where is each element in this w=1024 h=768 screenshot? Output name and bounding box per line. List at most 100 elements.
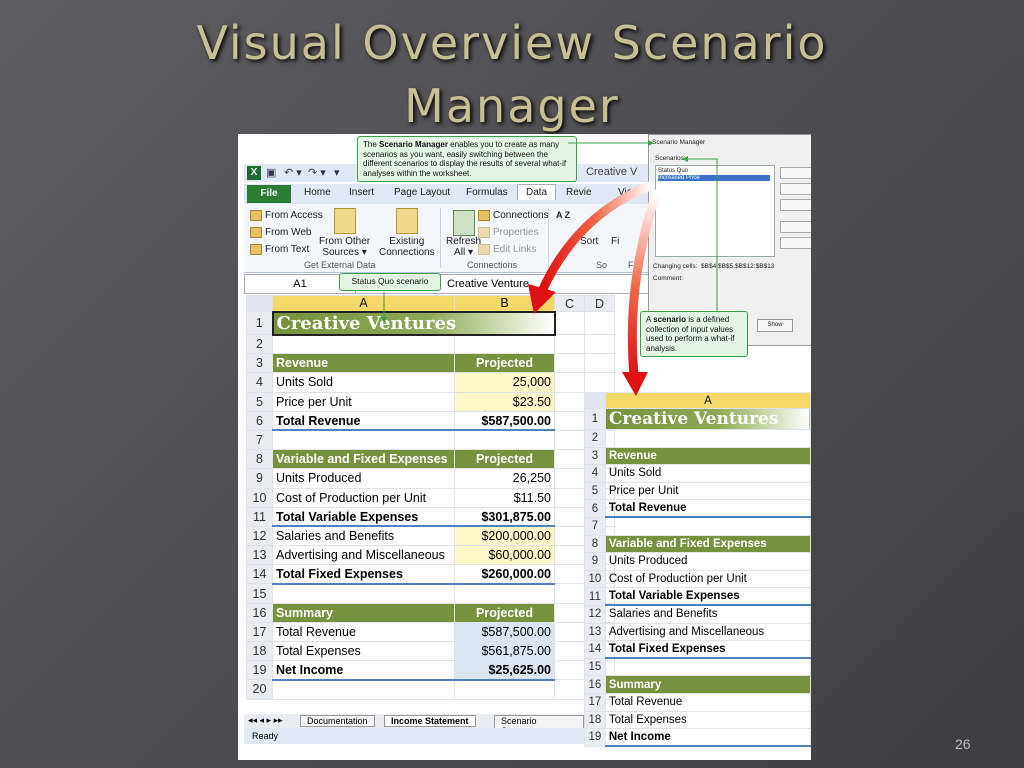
row-header[interactable]: 16 [584,675,606,694]
sheet-nav-arrows-icon[interactable]: ◂◂ ◂ ▸ ▸▸ [248,715,283,726]
tab-home[interactable]: Home [304,187,331,198]
row-header[interactable]: 13 [246,545,273,566]
row-header[interactable]: 10 [584,569,606,589]
cell-label[interactable]: Units Sold [272,372,455,393]
cell-value[interactable]: 25,000 [454,372,555,393]
column-header-b[interactable]: B [454,295,555,312]
row-header[interactable]: 3 [246,353,273,374]
empty-cell[interactable] [554,311,585,335]
row-header[interactable]: 17 [584,692,606,712]
show-button[interactable]: Show [757,319,793,332]
cell-label[interactable]: Units Produced [604,552,811,571]
cell-label[interactable] [272,429,455,451]
cell-label[interactable]: Total Variable Expenses [272,506,455,528]
from-access-button[interactable]: From Access [250,210,323,221]
cell-label[interactable]: Total Expenses [604,710,811,730]
cell-label[interactable] [272,679,455,700]
cell-label[interactable] [604,516,811,536]
cell-label[interactable]: Cost of Production per Unit [272,487,455,508]
from-text-button[interactable]: From Text [250,244,309,255]
empty-cell[interactable] [554,602,585,623]
empty-cell[interactable] [554,525,585,547]
row-header[interactable]: 5 [246,391,273,412]
cell-value[interactable]: $587,500.00 [454,621,555,643]
row-header[interactable]: 16 [246,602,273,623]
cell-label[interactable]: Total Fixed Expenses [272,564,455,585]
row-header[interactable]: 7 [584,516,606,536]
cell-label[interactable]: Price per Unit [272,391,455,412]
from-other-sources-button[interactable]: From Other Sources ▾ [319,236,370,258]
cell-label[interactable]: Revenue [272,353,455,374]
empty-cell[interactable] [584,353,615,374]
empty-cell[interactable] [584,372,615,393]
row-header[interactable]: 10 [246,487,273,508]
sort-button[interactable]: Sort [580,236,598,247]
cell-value[interactable]: 26,250 [454,468,555,489]
empty-cell[interactable] [554,660,585,681]
empty-cell[interactable] [554,545,585,566]
column-header-d[interactable]: D [584,295,615,312]
existing-connections-button[interactable]: Existing Connections [379,236,435,258]
tab-insert[interactable]: Insert [349,187,374,198]
cell-label[interactable]: Summary [272,602,455,623]
row-header[interactable]: 6 [246,410,273,431]
cell-label[interactable]: Total Variable Expenses [604,587,811,607]
tab-review[interactable]: Revie [566,187,592,198]
tab-page-layout[interactable]: Page Layout [394,187,450,198]
row-header[interactable]: 14 [584,640,606,659]
cell-label[interactable]: Variable and Fixed Expenses [272,449,455,470]
empty-cell[interactable] [554,487,585,508]
save-icon[interactable]: ▣ [266,166,276,179]
row-header[interactable]: 14 [246,564,273,585]
redo-icon[interactable]: ↷ ▾ [308,166,326,179]
cell-value[interactable]: $25,625.00 [454,660,555,681]
row-header[interactable]: 11 [246,506,273,527]
formula-input[interactable]: Creative Venture [447,275,529,293]
row-header[interactable]: 19 [246,660,273,681]
row-header[interactable]: 8 [584,534,606,554]
cell-value[interactable]: $301,875.00 [454,506,555,528]
cell-label[interactable] [272,583,455,604]
cell-label[interactable]: Total Revenue [272,410,455,432]
row-header[interactable]: 18 [584,710,606,730]
row-header[interactable]: 9 [246,468,273,489]
row-header[interactable]: 1 [584,408,606,430]
empty-cell[interactable] [554,679,585,700]
connections-button[interactable]: Connections [478,210,549,221]
filter-button[interactable]: Fi [611,236,619,247]
empty-cell[interactable] [554,333,585,355]
row-header[interactable]: 17 [246,621,273,643]
cell-value[interactable]: $260,000.00 [454,564,555,585]
delete-button[interactable] [780,183,811,195]
empty-cell[interactable] [584,333,615,355]
from-web-button[interactable]: From Web [250,227,312,238]
cell-label[interactable]: Variable and Fixed Expenses [604,534,811,554]
empty-cell[interactable] [554,449,585,470]
select-all-corner[interactable] [246,295,273,312]
row-header[interactable]: 12 [246,525,273,547]
row-header[interactable]: 15 [584,657,606,677]
empty-cell[interactable] [554,583,585,604]
cell-label[interactable]: Cost of Production per Unit [604,569,811,589]
cell-value[interactable] [454,333,555,355]
tab-view[interactable]: View [618,187,640,198]
cell-value[interactable]: $60,000.00 [454,545,555,566]
row-header[interactable]: 15 [246,583,273,604]
row-header[interactable]: 6 [584,499,606,518]
cell-label[interactable]: Salaries and Benefits [604,604,811,624]
sort-az-button[interactable]: A Z [556,210,570,220]
cell-value[interactable]: $561,875.00 [454,640,555,662]
empty-cell[interactable] [554,410,585,431]
empty-cell[interactable] [554,429,585,451]
scenario-item-increased-price[interactable]: Increased Price [658,175,770,181]
cell-label[interactable]: Total Revenue [604,692,811,712]
empty-cell[interactable] [554,372,585,393]
empty-cell[interactable] [554,468,585,489]
row-header[interactable]: 4 [246,372,273,393]
cell-label[interactable]: Units Sold [604,464,811,483]
row-header[interactable]: 20 [246,679,273,700]
select-all-corner[interactable] [584,392,606,409]
summary-button[interactable] [780,237,811,249]
add-button[interactable] [780,167,811,179]
cell-label[interactable]: Price per Unit [604,481,811,501]
